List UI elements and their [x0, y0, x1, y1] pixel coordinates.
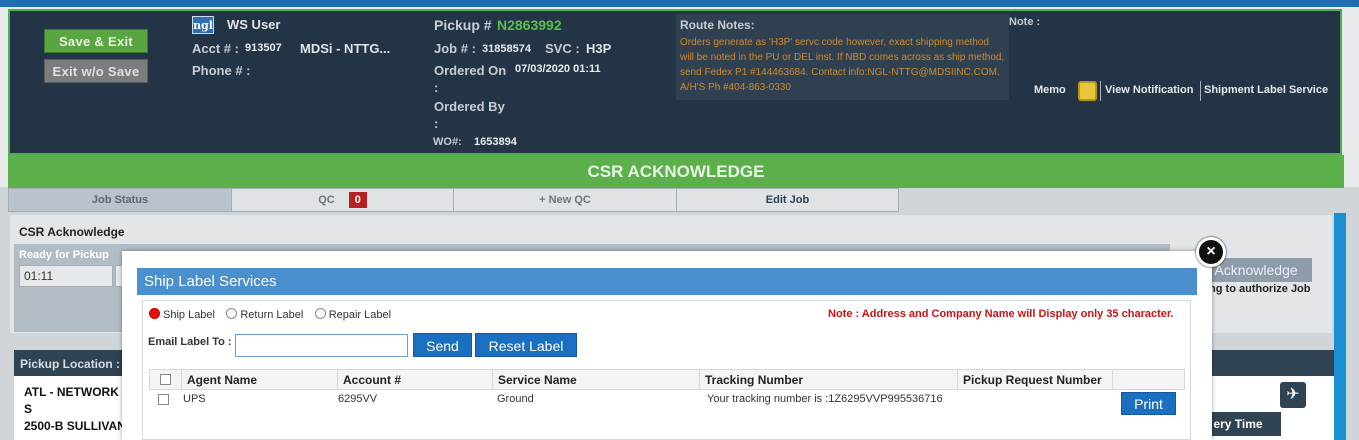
- tab-qc-label: QC: [318, 194, 335, 206]
- pickup-number: N2863992: [497, 17, 562, 33]
- ordered-on-value: 07/03/2020 01:11: [515, 63, 601, 75]
- pickup-address-line2: S: [24, 402, 33, 416]
- route-notes: Route Notes: Orders generate as 'H3P' se…: [676, 14, 1009, 100]
- radio-icon[interactable]: [226, 308, 238, 319]
- note-label: Note :: [1009, 16, 1041, 28]
- wo-label: WO#:: [433, 136, 462, 148]
- row-tracking: Your tracking number is :1Z6295VVP995536…: [707, 393, 943, 405]
- col-actions: [1112, 369, 1185, 390]
- col-service-name: Service Name: [492, 369, 700, 390]
- acct-label: Acct # :: [192, 41, 239, 56]
- email-label: Email Label To :: [148, 336, 232, 348]
- phone-label: Phone # :: [192, 63, 251, 78]
- col-account: Account #: [337, 369, 493, 390]
- radio-return-label[interactable]: Return Label: [240, 309, 303, 321]
- ordered-by-colon: :: [434, 116, 439, 131]
- acct-value: 913507: [245, 42, 282, 54]
- pickup-address-line3: 2500-B SULLIVAN: [24, 419, 126, 433]
- job-label: Job # :: [434, 41, 476, 56]
- acct-name: MDSi - NTTG...: [300, 41, 391, 56]
- ordered-by-label: Ordered By: [434, 99, 505, 114]
- route-notes-text: Orders generate as 'H3P' servc code howe…: [680, 37, 1005, 93]
- acknowledge-note: ing to authorize Job: [1206, 283, 1311, 295]
- row-account: 6295VV: [338, 393, 378, 405]
- panel-title: CSR Acknowledge: [19, 225, 125, 239]
- ordered-on-colon: :: [434, 80, 439, 95]
- user-name: WS User: [227, 17, 281, 32]
- modal-title: Ship Label Services: [137, 268, 1197, 295]
- tab-edit-job[interactable]: Edit Job: [676, 188, 899, 212]
- ordered-on-label: Ordered On: [434, 63, 507, 78]
- col-agent-name: Agent Name: [181, 369, 338, 390]
- header-checkbox-cell: [149, 369, 182, 390]
- tab-new-qc[interactable]: + New QC: [453, 188, 677, 212]
- pickup-location-label: Pickup Location :: [20, 357, 121, 371]
- plane-icon[interactable]: ✈: [1280, 382, 1306, 408]
- col-pickup-request: Pickup Request Number: [957, 369, 1113, 390]
- radio-icon[interactable]: [149, 308, 160, 319]
- close-icon[interactable]: ×: [1196, 237, 1226, 267]
- right-accent-bar: [1334, 213, 1346, 440]
- memo-icon[interactable]: [1078, 81, 1097, 101]
- row-service: Ground: [497, 393, 534, 405]
- wo-number: 1653894: [474, 136, 517, 148]
- label-type-radios: Ship Label Return Label Repair Label: [149, 307, 399, 321]
- job-number: 31858574: [482, 43, 531, 55]
- ready-for-pickup-label: Ready for Pickup: [19, 249, 109, 261]
- view-notification-link[interactable]: View Notification: [1105, 84, 1193, 96]
- status-banner: CSR ACKNOWLEDGE: [8, 155, 1344, 188]
- checkbox-icon[interactable]: [158, 394, 169, 405]
- tab-job-status[interactable]: Job Status: [8, 188, 232, 212]
- shipment-label-service-link[interactable]: Shipment Label Service: [1204, 84, 1328, 96]
- radio-icon[interactable]: [314, 308, 326, 319]
- job-tabs: Job Status QC 0 + New QC Edit Job: [8, 188, 899, 212]
- divider: [1200, 81, 1201, 101]
- svc-value: H3P: [586, 41, 612, 56]
- exit-without-save-button[interactable]: Exit w/o Save: [44, 59, 148, 83]
- save-exit-button[interactable]: Save & Exit: [44, 29, 148, 53]
- logo-icon: ngl: [192, 16, 214, 34]
- ready-time-input[interactable]: 01:11: [19, 265, 113, 287]
- tab-qc[interactable]: QC 0: [231, 188, 454, 212]
- radio-repair-label[interactable]: Repair Label: [329, 309, 391, 321]
- reset-label-button[interactable]: Reset Label: [475, 333, 577, 357]
- character-limit-note: Note : Address and Company Name will Dis…: [828, 308, 1174, 320]
- row-agent: UPS: [183, 393, 206, 405]
- checkbox-icon[interactable]: [160, 374, 171, 385]
- pickup-address-line1: ATL - NETWORK C: [24, 385, 131, 399]
- top-stripe: [0, 0, 1359, 7]
- divider: [1100, 81, 1101, 101]
- col-tracking-number: Tracking Number: [699, 369, 958, 390]
- qc-count-badge: 0: [348, 192, 367, 208]
- route-notes-title: Route Notes:: [680, 18, 755, 32]
- pickup-number-label: Pickup #: [434, 17, 492, 33]
- send-button[interactable]: Send: [413, 333, 472, 357]
- svc-label: SVC :: [545, 41, 580, 56]
- radio-ship-label[interactable]: Ship Label: [163, 309, 215, 321]
- row-checkbox[interactable]: [158, 394, 169, 408]
- email-input[interactable]: [235, 334, 408, 357]
- print-button[interactable]: Print: [1121, 392, 1176, 415]
- memo-label: Memo: [1034, 84, 1066, 96]
